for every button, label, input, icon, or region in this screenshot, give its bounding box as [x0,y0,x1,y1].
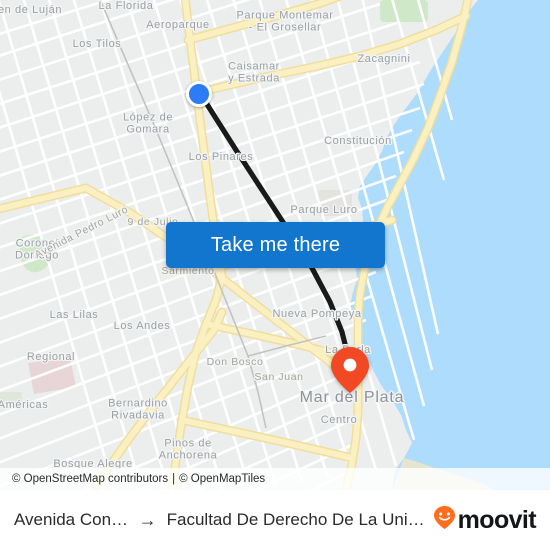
arrow-right-icon: → [138,509,157,530]
moovit-logo[interactable]: moovit [433,505,537,535]
route-footer-bar: Avenida Cons... → Facultad De Derecho De… [0,490,550,550]
map-attribution-bar: © OpenStreetMap contributors | © OpenMap… [0,468,550,490]
take-me-there-button[interactable]: Take me there [166,222,385,268]
attribution-osm[interactable]: © OpenStreetMap contributors [12,473,168,485]
moovit-wordmark: moovit [457,505,537,534]
destination-pin-marker[interactable] [331,347,369,393]
map-canvas[interactable]: en de Luján La Florida Aeroparque Parque… [0,0,550,490]
route-destination-label: Facultad De Derecho De La Univer... [166,510,425,529]
origin-dot-marker[interactable] [186,81,212,107]
moovit-pin-icon [433,505,456,535]
attribution-openmaptiles[interactable]: © OpenMapTiles [179,473,265,485]
attribution-separator: | [172,473,176,485]
moovit-map-screen: en de Luján La Florida Aeroparque Parque… [0,0,550,550]
take-me-there-label: Take me there [210,233,341,256]
route-origin-label: Avenida Cons... [14,510,129,529]
park-area [0,392,22,408]
route-summary: Avenida Cons... → Facultad De Derecho De… [14,510,425,531]
